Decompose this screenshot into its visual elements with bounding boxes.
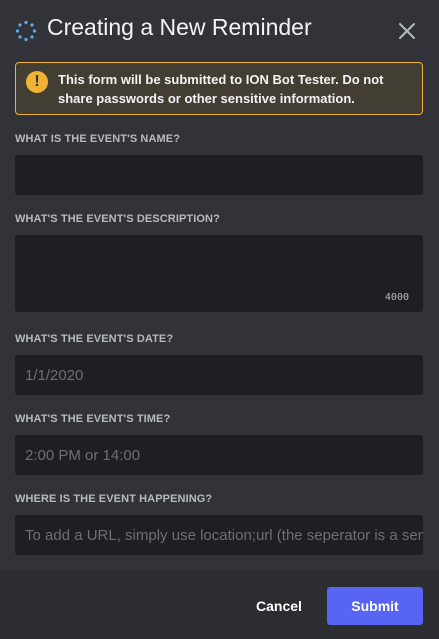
character-counter: 4000 bbox=[384, 292, 409, 303]
event-date-input[interactable] bbox=[15, 355, 423, 395]
name-label: WHAT IS THE EVENT'S NAME? bbox=[15, 133, 181, 145]
modal-header: Creating a New Reminder bbox=[0, 0, 439, 60]
event-description-field: 4000 bbox=[15, 235, 423, 312]
exclamation-icon: ! bbox=[26, 71, 48, 93]
description-label: WHAT'S THE EVENT'S DESCRIPTION? bbox=[15, 213, 220, 225]
cancel-button[interactable]: Cancel bbox=[248, 587, 310, 625]
modal-title: Creating a New Reminder bbox=[47, 14, 312, 40]
warning-banner: ! This form will be submitted to ION Bot… bbox=[15, 62, 423, 115]
date-label: WHAT'S THE EVENT'S DATE? bbox=[15, 333, 174, 345]
event-time-input[interactable] bbox=[15, 435, 423, 475]
close-icon[interactable] bbox=[396, 20, 418, 42]
submit-button[interactable]: Submit bbox=[327, 587, 423, 625]
warning-bot-name: ION Bot Tester bbox=[245, 72, 336, 87]
event-description-input[interactable] bbox=[15, 235, 423, 312]
location-label: WHERE IS THE EVENT HAPPENING? bbox=[15, 493, 213, 505]
time-label: WHAT'S THE EVENT'S TIME? bbox=[15, 413, 171, 425]
modal-footer: Cancel Submit bbox=[0, 571, 439, 639]
event-location-input[interactable] bbox=[15, 515, 423, 555]
loading-ring-icon bbox=[15, 20, 37, 42]
reminder-modal: Creating a New Reminder ! This form will… bbox=[0, 0, 439, 639]
event-name-input[interactable] bbox=[15, 155, 423, 195]
warning-text-prefix: This form will be submitted to bbox=[58, 72, 246, 87]
warning-text: This form will be submitted to ION Bot T… bbox=[58, 70, 418, 108]
